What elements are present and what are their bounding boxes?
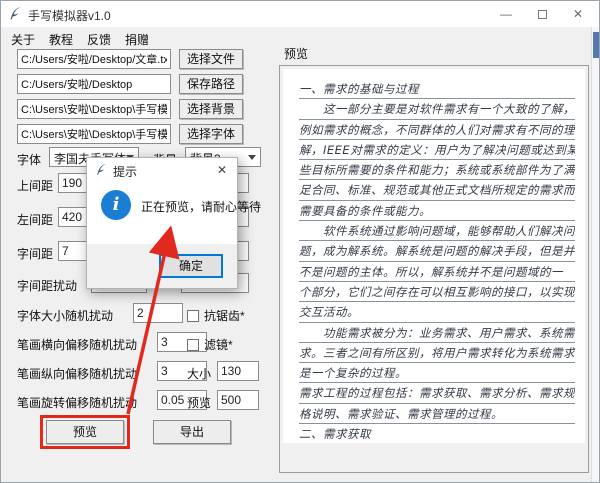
top-spacing-label: 上间距 (17, 179, 54, 193)
export-button[interactable]: 导出 (153, 420, 231, 444)
preview-pane-label: 预览 (284, 47, 309, 61)
close-button[interactable]: ✕ (561, 1, 595, 27)
handwriting-line: 个部分，它们之间存在可以相互影响的接口，以实现 (299, 282, 575, 303)
window-title: 手写模拟器v1.0 (28, 9, 111, 23)
handwriting-line: 是一个复杂的过程。 (299, 363, 575, 384)
dialog-footer: 确定 (87, 244, 237, 288)
antialias-checkbox[interactable] (187, 310, 199, 322)
handwriting-line: 软件系统通过影响问题域，能够帮助人们解决问 (299, 221, 575, 242)
menu-item-tutorial[interactable]: 教程 (45, 30, 77, 49)
filter-checkbox[interactable] (187, 339, 199, 351)
save-path-button[interactable]: 保存路径 (179, 74, 243, 94)
handwriting-line: 需要具备的条件或能力。 (299, 201, 575, 222)
dialog-body: i 正在预览，请耐心等待 (87, 182, 261, 246)
font-path-input[interactable] (17, 124, 171, 144)
handwriting-line: 一、需求的基础与过程 (299, 79, 575, 100)
menu-item-feedback[interactable]: 反馈 (83, 30, 115, 49)
dialog-title: 提示 (113, 165, 138, 179)
maximize-button[interactable] (525, 1, 559, 27)
font-size-jitter-label: 字体大小随机扰动 (17, 309, 114, 323)
info-icon: i (101, 190, 131, 220)
menu-item-about[interactable]: 关于 (7, 30, 39, 49)
stroke-vertical-jitter-label: 笔画纵向偏移随机扰动 (17, 367, 138, 381)
prompt-dialog: 提示 ✕ i 正在预览，请耐心等待 确定 (86, 157, 261, 289)
font-label: 字体 (17, 153, 42, 167)
antialias-label: 抗锯齿* (204, 309, 245, 323)
text-file-path-input[interactable] (17, 49, 171, 69)
background-path-input[interactable] (17, 99, 171, 119)
handwriting-line: 格说明、需求验证、需求管理的过程。 (299, 404, 575, 425)
vertical-scrollbar[interactable] (591, 27, 599, 482)
handwriting-line: 功能需求被分为：业务需求、用户需求、系统需 (299, 323, 575, 343)
dialog-title-bar: 提示 ✕ (87, 158, 237, 182)
stroke-horizontal-jitter-label: 笔画横向偏移随机扰动 (17, 338, 138, 352)
char-spacing-label: 字间距 (17, 247, 54, 261)
handwriting-line: 足合同、标准、规范或其他正式文档所规定的需求而 (299, 180, 575, 201)
handwriting-line: 这一部分主要是对软件需求有一个大致的了解， (299, 99, 575, 120)
size-label: 大小 (187, 367, 212, 381)
preview-size-input[interactable]: 500 (217, 390, 259, 410)
maximize-icon (537, 10, 547, 20)
select-font-button[interactable]: 选择字体 (179, 124, 243, 144)
handwriting-line: 例如需求的概念，不同群体的人们对需求有不同的理 (299, 120, 575, 140)
stroke-rotation-jitter-label: 笔画旋转偏移随机扰动 (17, 396, 138, 410)
preview-pane: 一、需求的基础与过程 这一部分主要是对软件需求有一个大致的了解， 例如需求的概念，不… (279, 65, 589, 473)
quill-dialog-icon (97, 163, 107, 175)
app-window: 手写模拟器v1.0 — ✕ 关于 教程 反馈 捐赠 选择文件 保存路径 选择背景… (0, 0, 600, 483)
left-spacing-label: 左间距 (17, 213, 54, 227)
filter-checkbox-row[interactable]: 滤镜* (187, 336, 233, 353)
handwriting-line: 题，成为解系统。解系统是问题的解决手段，但是并 (299, 241, 575, 262)
antialias-checkbox-row[interactable]: 抗锯齿* (187, 307, 245, 324)
handwriting-line: 求。三者之间有所区别，将用户需求转化为系统需求 (299, 343, 575, 364)
handwriting-line: 需求工程的过程包括：需求获取、需求分析、需求规 (299, 383, 575, 404)
handwriting-line: 解，IEEE对需求的定义：用户为了解决问题或达到某 (299, 140, 575, 161)
menu-item-donate[interactable]: 捐赠 (121, 30, 153, 49)
dialog-close-icon[interactable]: ✕ (207, 158, 237, 182)
save-path-input[interactable] (17, 74, 171, 94)
ok-button[interactable]: 确定 (159, 254, 223, 278)
window-title-bar: 手写模拟器v1.0 — ✕ (1, 1, 599, 27)
handwriting-line: 交互活动。 (299, 302, 575, 323)
scrollbar-thumb[interactable] (593, 32, 599, 58)
filter-label: 滤镜* (204, 338, 233, 352)
handwriting-line: 二、需求获取 (299, 424, 575, 443)
select-background-button[interactable]: 选择背景 (179, 99, 243, 119)
select-file-button[interactable]: 选择文件 (179, 49, 243, 69)
handwriting-line: 些目标所需要的条件和能力；系统或系统部件为了满 (299, 160, 575, 181)
preview-paper: 一、需求的基础与过程 这一部分主要是对软件需求有一个大致的了解， 例如需求的概念，不… (283, 69, 585, 443)
minimize-button[interactable]: — (489, 1, 523, 27)
preview-size-label: 预览 (187, 396, 212, 410)
quill-app-icon (10, 7, 21, 20)
menu-bar: 关于 教程 反馈 捐赠 (1, 27, 599, 47)
chevron-down-icon (248, 155, 256, 160)
char-spacing-jitter-label: 字间距扰动 (17, 279, 78, 293)
font-size-jitter-input[interactable]: 2 (133, 303, 183, 323)
preview-button[interactable]: 预览 (46, 420, 124, 444)
handwriting-line: 不是问题的主体。所以，解系统并不是问题域的一 (299, 262, 575, 282)
size-input[interactable]: 130 (217, 361, 259, 381)
dialog-message: 正在预览，请耐心等待 (141, 200, 262, 214)
